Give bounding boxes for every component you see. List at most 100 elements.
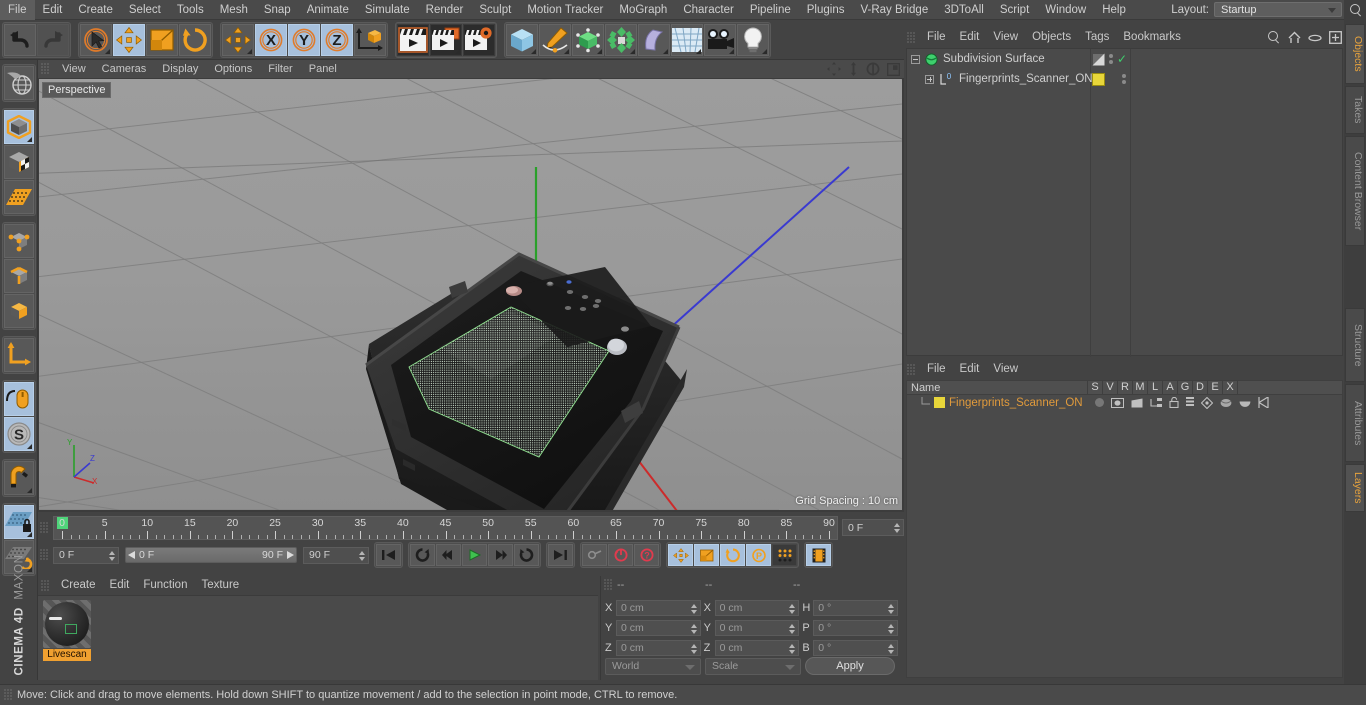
material-list[interactable]: Livescan	[38, 595, 598, 680]
layer-column-a[interactable]: A	[1162, 380, 1177, 395]
material-grip-icon[interactable]	[41, 579, 50, 592]
keyframe-selection-button[interactable]: ?	[634, 544, 659, 566]
lock-x-axis[interactable]: X	[255, 23, 287, 56]
points-mode[interactable]	[3, 224, 34, 258]
pan-icon[interactable]	[827, 62, 841, 76]
render-settings[interactable]	[463, 23, 495, 56]
spinner-icon[interactable]	[888, 644, 895, 654]
layer-column-x[interactable]: X	[1222, 380, 1237, 395]
layer-column-d[interactable]: D	[1192, 380, 1207, 395]
coord-position-z-input[interactable]: 0 cm	[615, 640, 701, 656]
layout-dropdown[interactable]: Startup	[1214, 2, 1342, 17]
layer-column-e[interactable]: E	[1207, 380, 1222, 395]
menu-item-pipeline[interactable]: Pipeline	[742, 0, 799, 20]
coordinate-mode-dropdown[interactable]: Scale	[705, 657, 801, 675]
move-duplicate-tool[interactable]	[222, 23, 254, 56]
spinner-icon[interactable]	[359, 550, 365, 561]
object-menu-view[interactable]: View	[986, 28, 1025, 47]
object-menu-bookmarks[interactable]: Bookmarks	[1116, 28, 1188, 47]
lock-toggle-icon[interactable]	[1169, 397, 1179, 408]
rotate-icon[interactable]	[866, 62, 880, 76]
world-object-coordinates[interactable]	[354, 23, 386, 56]
coord-position-y-input[interactable]: 0 cm	[615, 620, 701, 636]
viewport-menu-cameras[interactable]: Cameras	[94, 60, 155, 78]
layer-column-s[interactable]: S	[1087, 380, 1102, 395]
add-environment[interactable]	[671, 23, 703, 56]
material-item[interactable]: Livescan	[43, 600, 91, 662]
point-level-animation-toggle[interactable]	[772, 544, 797, 566]
maximize-icon[interactable]	[887, 62, 900, 76]
spinner-icon[interactable]	[789, 604, 796, 614]
preview-range-bar[interactable]: 0 F 90 F	[125, 547, 297, 563]
object-row[interactable]: Subdivision Surface ✓	[907, 49, 1342, 69]
menu-item-window[interactable]: Window	[1037, 0, 1094, 20]
coord-rotation-h-input[interactable]: 0 °	[813, 600, 899, 616]
add-cube-object[interactable]	[506, 23, 538, 56]
add-light[interactable]	[737, 23, 769, 56]
rotate-tool[interactable]	[179, 23, 211, 56]
model-mode[interactable]	[3, 110, 34, 144]
xref-toggle-icon[interactable]	[1257, 397, 1269, 408]
menu-item-character[interactable]: Character	[675, 0, 742, 20]
display-tag-icon[interactable]	[1092, 52, 1105, 66]
add-mograph[interactable]	[605, 23, 637, 56]
menu-item-edit[interactable]: Edit	[35, 0, 71, 20]
soft-selection[interactable]: S	[3, 417, 34, 451]
object-menu-file[interactable]: File	[920, 28, 953, 47]
material-menu-texture[interactable]: Texture	[194, 576, 246, 595]
timeline-frame-field[interactable]: 0 F	[842, 519, 904, 536]
menu-item-tools[interactable]: Tools	[169, 0, 212, 20]
coordinates-grip-icon[interactable]	[604, 579, 613, 591]
menu-item-mesh[interactable]: Mesh	[212, 0, 256, 20]
max-frame-input[interactable]: 90 F	[303, 546, 369, 564]
add-camera[interactable]	[704, 23, 736, 56]
viewport-menu-filter[interactable]: Filter	[260, 60, 300, 78]
layer-column-l[interactable]: L	[1147, 380, 1162, 395]
visibility-dots[interactable]	[1122, 74, 1126, 84]
undo-button[interactable]	[4, 23, 36, 56]
spinner-icon[interactable]	[789, 624, 796, 634]
animation-toggle-icon[interactable]	[1185, 397, 1194, 408]
viewport-menu-display[interactable]: Display	[154, 60, 206, 78]
scale-tool[interactable]	[146, 23, 178, 56]
material-menu-function[interactable]: Function	[136, 576, 194, 595]
dropdown-corner-icon[interactable]	[630, 48, 635, 54]
range-left-arrow-icon[interactable]	[128, 551, 136, 559]
range-right-arrow-icon[interactable]	[286, 551, 294, 559]
dropdown-corner-icon[interactable]	[26, 532, 32, 537]
menu-item-file[interactable]: File	[0, 0, 35, 20]
menu-item-motion-tracker[interactable]: Motion Tracker	[519, 0, 611, 20]
menu-item-3dtoall[interactable]: 3DToAll	[936, 0, 992, 20]
dropdown-corner-icon[interactable]	[663, 48, 668, 54]
dropdown-corner-icon[interactable]	[26, 137, 32, 142]
spinner-icon[interactable]	[789, 644, 796, 654]
menu-item-select[interactable]: Select	[121, 0, 169, 20]
enable-snapping[interactable]	[3, 461, 34, 495]
select-tool[interactable]	[80, 23, 112, 56]
generators-toggle-icon[interactable]	[1200, 396, 1213, 409]
record-active-objects-button[interactable]	[582, 544, 607, 566]
dropdown-corner-icon[interactable]	[455, 48, 460, 54]
spinner-icon[interactable]	[109, 550, 115, 561]
menu-item-animate[interactable]: Animate	[299, 0, 357, 20]
material-menu-create[interactable]: Create	[54, 576, 103, 595]
object-tree[interactable]: Subdivision Surface ✓ 0 Fingerprints_Scanne…	[906, 48, 1343, 357]
spinner-icon[interactable]	[888, 624, 895, 634]
play-backwards-loop-button[interactable]	[410, 544, 435, 566]
render-to-picture-viewer[interactable]	[430, 23, 462, 56]
redo-button[interactable]	[37, 23, 69, 56]
layer-manager-grip-icon[interactable]	[907, 363, 916, 376]
layer-menu-edit[interactable]: Edit	[953, 360, 987, 379]
menu-item-snap[interactable]: Snap	[256, 0, 299, 20]
menu-item-script[interactable]: Script	[992, 0, 1037, 20]
layer-row[interactable]: Fingerprints_Scanner_ON	[907, 395, 1342, 410]
apply-button[interactable]: Apply	[805, 657, 895, 675]
layer-list[interactable]: Fingerprints_Scanner_ON	[906, 395, 1343, 678]
lock-z-axis[interactable]: Z	[321, 23, 353, 56]
rotation-key-toggle[interactable]	[720, 544, 745, 566]
lock-workplane[interactable]	[3, 505, 34, 539]
collapse-minus-icon[interactable]	[911, 54, 920, 64]
param-key-toggle[interactable]: P	[746, 544, 771, 566]
render-toggle-icon[interactable]	[1131, 398, 1143, 408]
scale-key-toggle[interactable]	[694, 544, 719, 566]
